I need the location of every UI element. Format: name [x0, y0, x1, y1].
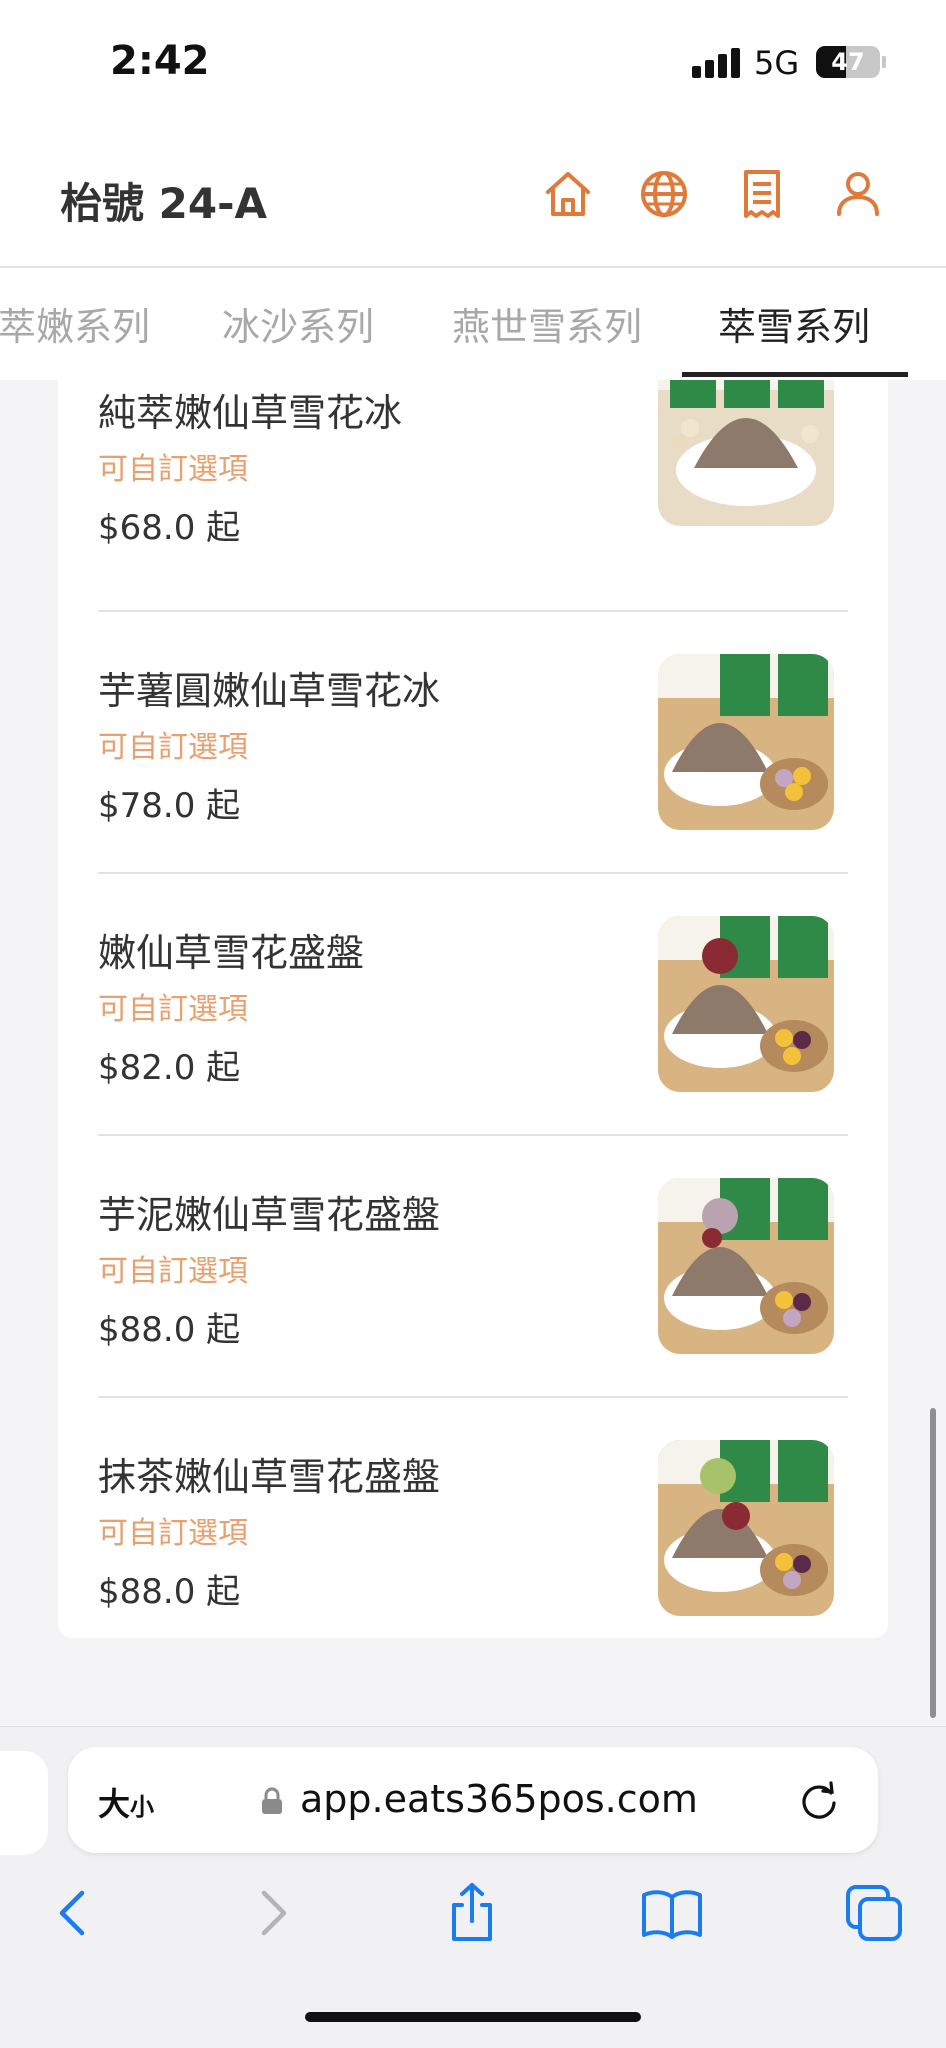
category-tabs: 萃嫩系列 冰沙系列 燕世雪系列 萃雪系列 — [0, 268, 946, 380]
item-name: 嫩仙草雪花盛盤 — [98, 931, 365, 975]
menu-item[interactable]: 芋泥嫩仙草雪花盛盤 可自訂選項 $88.0 起 — [98, 1136, 848, 1398]
item-price: $88.0 起 — [98, 1310, 241, 1350]
item-name: 芋泥嫩仙草雪花盛盤 — [98, 1193, 441, 1237]
receipt-icon[interactable] — [734, 166, 790, 222]
menu-item[interactable]: 抹茶嫩仙草雪花盛盤 可自訂選項 $88.0 起 — [98, 1398, 848, 1660]
lock-icon — [260, 1787, 284, 1815]
browser-toolbar: 大小 app.eats365pos.com — [0, 1726, 946, 2048]
battery-nub — [882, 56, 886, 68]
forward-icon[interactable] — [240, 1879, 308, 1947]
text-size-big: 大 — [98, 1785, 131, 1823]
tab-category-1[interactable]: 萃嫩系列 — [0, 296, 150, 351]
active-tab-indicator — [682, 372, 908, 377]
item-photo — [658, 1440, 834, 1616]
url-text: app.eats365pos.com — [300, 1777, 698, 1821]
app-header: 枱號 24-A — [0, 130, 946, 268]
battery-level: 47 — [831, 48, 865, 76]
network-type: 5G — [754, 44, 800, 82]
item-photo — [658, 380, 834, 526]
home-indicator[interactable] — [305, 2012, 641, 2022]
status-bar: 2:42 5G 47 — [0, 0, 946, 130]
item-name: 純萃嫩仙草雪花冰 — [98, 391, 403, 435]
item-option-note: 可自訂選項 — [98, 1516, 248, 1551]
item-photo — [658, 916, 834, 1092]
tabs-icon[interactable] — [840, 1879, 908, 1947]
menu-item[interactable]: 芋薯圓嫩仙草雪花冰 可自訂選項 $78.0 起 — [98, 612, 848, 874]
home-icon[interactable] — [540, 166, 596, 222]
menu-item[interactable]: 純萃嫩仙草雪花冰 可自訂選項 $68.0 起 — [98, 380, 848, 612]
tab-category-3[interactable]: 燕世雪系列 — [452, 296, 642, 351]
menu-card: 純萃嫩仙草雪花冰 可自訂選項 $68.0 起 芋薯圓嫩仙草雪花冰 可自訂選項 $… — [58, 380, 888, 1638]
item-option-note: 可自訂選項 — [98, 452, 248, 487]
item-name: 芋薯圓嫩仙草雪花冰 — [98, 669, 441, 713]
item-price: $78.0 起 — [98, 786, 241, 826]
back-icon[interactable] — [38, 1879, 106, 1947]
text-size-button[interactable]: 大小 — [98, 1779, 154, 1825]
address-bar[interactable]: 大小 app.eats365pos.com — [68, 1747, 878, 1853]
table-number-title: 枱號 24-A — [60, 179, 268, 228]
item-price: $88.0 起 — [98, 1572, 241, 1612]
item-name: 抹茶嫩仙草雪花盛盤 — [98, 1455, 441, 1499]
status-time: 2:42 — [110, 38, 210, 84]
item-option-note: 可自訂選項 — [98, 730, 248, 765]
previous-tab-pill[interactable] — [0, 1751, 48, 1855]
menu-content: 純萃嫩仙草雪花冰 可自訂選項 $68.0 起 芋薯圓嫩仙草雪花冰 可自訂選項 $… — [0, 380, 946, 1726]
text-size-small: 小 — [130, 1793, 155, 1821]
item-photo — [658, 1178, 834, 1354]
cellular-signal-icon — [692, 48, 740, 78]
bookmarks-icon[interactable] — [638, 1879, 706, 1947]
share-icon[interactable] — [438, 1879, 506, 1947]
user-icon[interactable] — [830, 166, 886, 222]
item-price: $82.0 起 — [98, 1048, 241, 1088]
reload-icon[interactable] — [798, 1779, 840, 1821]
item-price: $68.0 起 — [98, 508, 241, 548]
page-scrollbar[interactable] — [930, 1408, 936, 1718]
globe-icon[interactable] — [636, 166, 692, 222]
item-option-note: 可自訂選項 — [98, 1254, 248, 1289]
item-option-note: 可自訂選項 — [98, 992, 248, 1027]
battery-icon: 47 — [816, 46, 880, 78]
item-photo — [658, 654, 834, 830]
menu-item[interactable]: 嫩仙草雪花盛盤 可自訂選項 $82.0 起 — [98, 874, 848, 1136]
tab-category-2[interactable]: 冰沙系列 — [222, 296, 374, 351]
tab-category-4-active[interactable]: 萃雪系列 — [718, 296, 870, 351]
